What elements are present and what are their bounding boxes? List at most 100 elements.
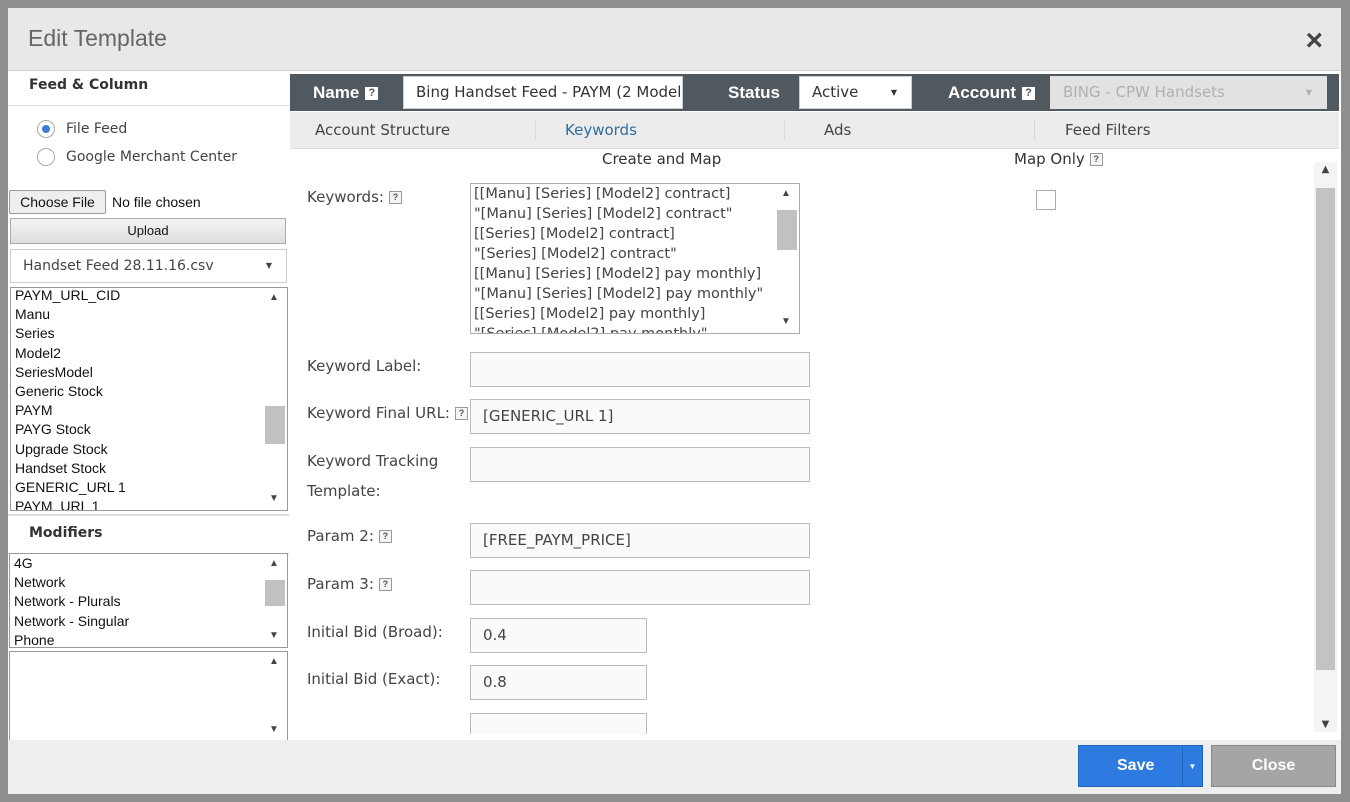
modifiers-listbox[interactable]: 4G Network Network - Plurals Network - Sing… — [9, 553, 288, 648]
modifier-list-item[interactable]: Network - Singular — [14, 612, 259, 631]
help-icon[interactable]: ? — [388, 190, 402, 204]
modifier-list-item[interactable]: 4G — [14, 554, 259, 573]
modifier-list-item[interactable]: Phone — [14, 631, 259, 647]
form-scrollbar[interactable]: ▲ ▼ — [1314, 162, 1337, 732]
scroll-thumb[interactable] — [777, 210, 797, 250]
file-chooser: Choose File No file chosen — [9, 190, 201, 214]
modifiers-heading: Modifiers — [8, 514, 289, 554]
scroll-thumb[interactable] — [265, 580, 285, 606]
scroll-up-icon[interactable]: ▲ — [261, 656, 287, 667]
column-list-item[interactable]: PAYG Stock — [15, 420, 259, 439]
textarea-scrollbar[interactable]: ▲ ▼ — [261, 652, 287, 741]
close-icon[interactable]: × — [1305, 26, 1323, 56]
keywords-scrollbar[interactable]: ▲ ▼ — [773, 184, 799, 333]
scroll-up-icon[interactable]: ▲ — [773, 188, 799, 199]
keyword-final-url-input[interactable]: [GENERIC_URL 1] — [470, 399, 810, 434]
column-list-item[interactable]: GENERIC_URL 1 — [15, 478, 259, 497]
modifiers-scrollbar[interactable]: ▲ ▼ — [261, 554, 287, 647]
feed-file-select[interactable]: Handset Feed 28.11.16.csv ▼ — [10, 249, 287, 283]
feed-column-heading: Feed & Column — [8, 72, 289, 106]
scroll-down-icon[interactable]: ▼ — [261, 630, 287, 641]
column-list-item[interactable]: PAYM_URL 1 — [15, 497, 259, 510]
tab-divider — [784, 120, 785, 140]
keywords-label-text: Keywords: — [307, 188, 384, 206]
scroll-up-icon[interactable]: ▲ — [1314, 164, 1337, 175]
column-scrollbar[interactable]: ▲ ▼ — [261, 288, 287, 510]
feed-file-value: Handset Feed 28.11.16.csv — [23, 258, 214, 274]
param3-label: Param 3: ? — [307, 569, 392, 599]
keyword-tracking-input[interactable] — [470, 447, 810, 482]
scroll-down-icon[interactable]: ▼ — [261, 724, 287, 735]
column-list-item[interactable]: Generic Stock — [15, 382, 259, 401]
column-list-item[interactable]: PAYM — [15, 401, 259, 420]
upload-button[interactable]: Upload — [10, 218, 286, 244]
scroll-thumb[interactable] — [1316, 188, 1335, 670]
keyword-line[interactable]: "[Manu] [Series] [Model2] pay monthly" — [474, 284, 771, 304]
column-list-item[interactable]: Series — [15, 324, 259, 343]
help-icon[interactable]: ? — [1089, 152, 1103, 166]
file-feed-radio[interactable] — [37, 120, 55, 138]
tab-divider — [1034, 120, 1035, 140]
scroll-down-icon[interactable]: ▼ — [261, 493, 287, 504]
modifier-text-area[interactable]: ▲ ▼ — [9, 651, 288, 742]
choose-file-button[interactable]: Choose File — [9, 190, 106, 214]
edit-template-dialog: Edit Template × Feed & Column File Feed … — [8, 8, 1341, 794]
tab-bar: Account Structure Keywords Ads Feed Filt… — [290, 112, 1339, 149]
param3-input[interactable] — [470, 570, 810, 605]
status-label: Status — [728, 83, 780, 102]
scroll-down-icon[interactable]: ▼ — [773, 316, 799, 327]
template-name-input[interactable]: Bing Handset Feed - PAYM (2 Model N — [403, 76, 683, 109]
param2-label-text: Param 2: — [307, 527, 374, 545]
column-list-item[interactable]: Manu — [15, 305, 259, 324]
modifier-items: 4G Network Network - Plurals Network - Sing… — [14, 554, 259, 647]
status-select[interactable]: Active ▼ — [799, 76, 912, 109]
keyword-line[interactable]: [[Manu] [Series] [Model2] contract] — [474, 184, 771, 204]
chevron-down-icon: ▼ — [1305, 88, 1312, 97]
bid-broad-input[interactable]: 0.4 — [470, 618, 647, 653]
bid-exact-input[interactable]: 0.8 — [470, 665, 647, 700]
keyword-line[interactable]: "[Series] [Model2] contract" — [474, 244, 771, 264]
tab-keywords[interactable]: Keywords — [565, 112, 637, 149]
file-feed-option[interactable]: File Feed — [37, 120, 127, 138]
keyword-line[interactable]: [[Manu] [Series] [Model2] pay monthly] — [474, 264, 771, 284]
name-label: Name ? — [313, 83, 379, 103]
help-icon[interactable]: ? — [378, 577, 392, 591]
next-field-input[interactable] — [470, 713, 647, 734]
modifier-list-item[interactable]: Network - Plurals — [14, 592, 259, 611]
help-icon[interactable]: ? — [378, 529, 392, 543]
column-listbox[interactable]: PAYM_URL_CID Manu Series Model2 SeriesModel G… — [10, 287, 288, 511]
tab-ads[interactable]: Ads — [824, 112, 851, 149]
google-merchant-option[interactable]: Google Merchant Center — [37, 148, 237, 166]
help-icon[interactable]: ? — [1022, 86, 1035, 100]
column-list-item[interactable]: SeriesModel — [15, 363, 259, 382]
map-only-checkbox[interactable] — [1036, 190, 1056, 210]
keyword-tracking-label-2: Template: — [307, 482, 381, 500]
scroll-up-icon[interactable]: ▲ — [261, 292, 287, 303]
keywords-textarea[interactable]: [[Manu] [Series] [Model2] contract] "[Man… — [470, 183, 800, 334]
scroll-up-icon[interactable]: ▲ — [261, 558, 287, 569]
keyword-line[interactable]: [[Series] [Model2] pay monthly] — [474, 304, 771, 324]
chevron-down-icon[interactable]: ▼ — [1182, 746, 1202, 786]
column-list-item[interactable]: Handset Stock — [15, 459, 259, 478]
scroll-down-icon[interactable]: ▼ — [1314, 719, 1337, 730]
column-list-item[interactable]: PAYM_URL_CID — [15, 288, 259, 305]
scroll-thumb[interactable] — [265, 406, 285, 444]
tab-feed-filters[interactable]: Feed Filters — [1065, 112, 1151, 149]
google-merchant-radio[interactable] — [37, 148, 55, 166]
param2-input[interactable]: [FREE_PAYM_PRICE] — [470, 523, 810, 558]
bid-broad-label: Initial Bid (Broad): — [307, 623, 443, 641]
column-list-item[interactable]: Upgrade Stock — [15, 440, 259, 459]
tab-account-structure[interactable]: Account Structure — [315, 112, 450, 149]
account-select: BING - CPW Handsets ▼ — [1050, 76, 1327, 109]
keyword-line[interactable]: "[Series] [Model2] pay monthly" — [474, 324, 771, 333]
keyword-label-input[interactable] — [470, 352, 810, 387]
param3-label-text: Param 3: — [307, 575, 374, 593]
close-button[interactable]: Close — [1211, 745, 1336, 787]
keyword-line[interactable]: "[Manu] [Series] [Model2] contract" — [474, 204, 771, 224]
modifier-list-item[interactable]: Network — [14, 573, 259, 592]
keyword-line[interactable]: [[Series] [Model2] contract] — [474, 224, 771, 244]
help-icon[interactable]: ? — [454, 406, 468, 420]
save-button[interactable]: Save ▼ — [1078, 745, 1203, 787]
column-list-item[interactable]: Model2 — [15, 344, 259, 363]
help-icon[interactable]: ? — [365, 86, 379, 100]
